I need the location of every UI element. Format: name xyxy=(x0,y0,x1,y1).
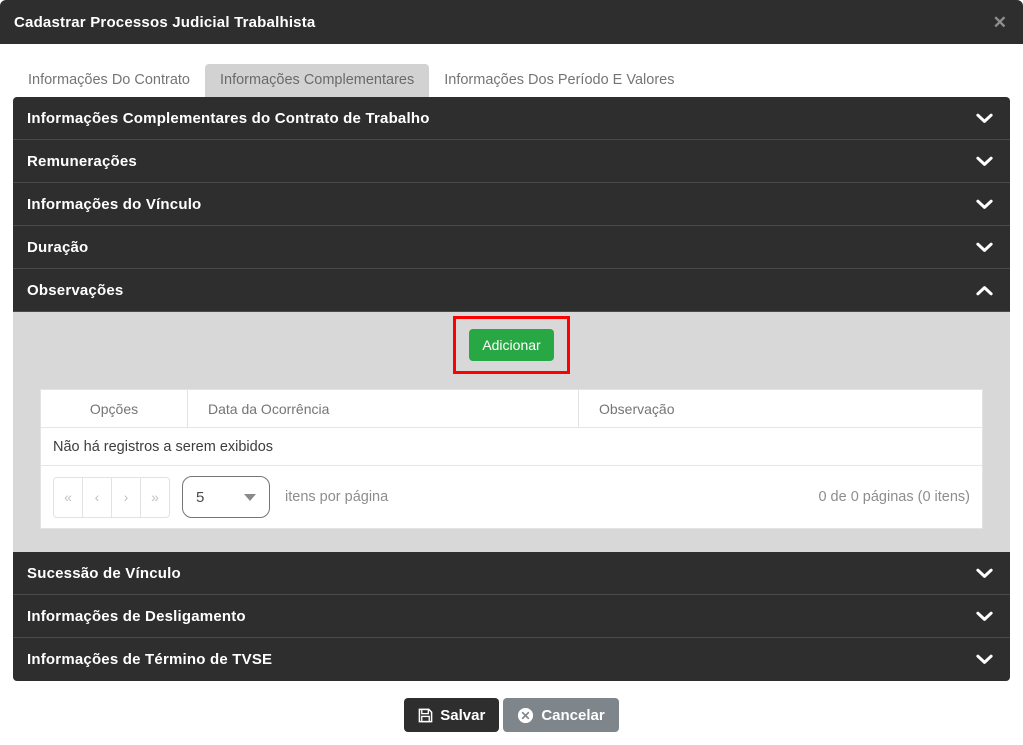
cancel-button[interactable]: Cancelar xyxy=(503,698,618,732)
page-size-select[interactable]: 5 xyxy=(182,476,270,518)
chevron-down-icon xyxy=(976,199,993,210)
cancel-button-label: Cancelar xyxy=(541,707,604,724)
section-title: Duração xyxy=(27,239,88,256)
annotation-highlight-box: Adicionar xyxy=(453,316,569,374)
observacoes-panel: Adicionar Opções Data da Ocorrência Obse… xyxy=(13,312,1010,552)
caret-down-icon xyxy=(244,494,256,501)
chevron-down-icon xyxy=(976,568,993,579)
tab-informacoes-do-contrato[interactable]: Informações Do Contrato xyxy=(13,64,205,97)
pagination-summary: 0 de 0 páginas (0 itens) xyxy=(818,489,970,505)
section-informacoes-desligamento[interactable]: Informações de Desligamento xyxy=(13,595,1010,638)
section-title: Informações do Vínculo xyxy=(27,196,201,213)
section-informacoes-vinculo[interactable]: Informações do Vínculo xyxy=(13,183,1010,226)
save-button[interactable]: Salvar xyxy=(404,698,499,732)
section-title: Informações de Término de TVSE xyxy=(27,651,272,668)
section-title: Sucessão de Vínculo xyxy=(27,565,181,582)
section-title: Remunerações xyxy=(27,153,137,170)
section-duracao[interactable]: Duração xyxy=(13,226,1010,269)
chevron-down-icon xyxy=(976,654,993,665)
last-page-button[interactable]: » xyxy=(140,477,170,518)
section-observacoes[interactable]: Observações xyxy=(13,269,1010,312)
chevron-down-icon xyxy=(976,113,993,124)
save-button-label: Salvar xyxy=(440,707,485,724)
cancel-circle-x-icon xyxy=(517,707,534,724)
section-informacoes-termino-tvse[interactable]: Informações de Término de TVSE xyxy=(13,638,1010,681)
save-icon xyxy=(418,708,433,723)
pagination-bar: « ‹ › » 5 itens por página 0 de 0 página… xyxy=(41,465,982,528)
pager-button-group: « ‹ › » xyxy=(53,477,170,518)
next-page-button[interactable]: › xyxy=(111,477,141,518)
column-header-observacao: Observação xyxy=(579,390,982,427)
table-empty-message: Não há registros a serem exibidos xyxy=(41,427,982,465)
section-title: Informações de Desligamento xyxy=(27,608,246,625)
column-header-opcoes: Opções xyxy=(41,390,188,427)
chevron-down-icon xyxy=(976,242,993,253)
first-page-button[interactable]: « xyxy=(53,477,83,518)
column-header-data-ocorrencia: Data da Ocorrência xyxy=(188,390,579,427)
table-header-row: Opções Data da Ocorrência Observação xyxy=(41,390,982,427)
section-remuneracoes[interactable]: Remunerações xyxy=(13,140,1010,183)
modal-header: Cadastrar Processos Judicial Trabalhista… xyxy=(0,0,1023,44)
observacoes-table: Opções Data da Ocorrência Observação Não… xyxy=(40,389,983,529)
section-title: Observações xyxy=(27,282,123,299)
chevron-up-icon xyxy=(976,285,993,296)
modal-title: Cadastrar Processos Judicial Trabalhista xyxy=(14,14,315,31)
section-informacoes-complementares-contrato[interactable]: Informações Complementares do Contrato d… xyxy=(13,97,1010,140)
chevron-down-icon xyxy=(976,156,993,167)
chevron-down-icon xyxy=(976,611,993,622)
tab-informacoes-complementares[interactable]: Informações Complementares xyxy=(205,64,429,97)
section-sucessao-vinculo[interactable]: Sucessão de Vínculo xyxy=(13,552,1010,595)
items-per-page-label: itens por página xyxy=(285,489,388,505)
close-icon[interactable]: ✕ xyxy=(993,14,1007,31)
accordion: Informações Complementares do Contrato d… xyxy=(13,97,1010,681)
tab-bar: Informações Do Contrato Informações Comp… xyxy=(0,44,1023,97)
modal-footer: Salvar Cancelar xyxy=(0,681,1023,732)
page-size-value: 5 xyxy=(196,489,244,506)
previous-page-button[interactable]: ‹ xyxy=(82,477,112,518)
section-title: Informações Complementares do Contrato d… xyxy=(27,110,430,127)
tab-informacoes-periodo-valores[interactable]: Informações Dos Período E Valores xyxy=(429,64,689,97)
adicionar-button[interactable]: Adicionar xyxy=(469,329,553,361)
